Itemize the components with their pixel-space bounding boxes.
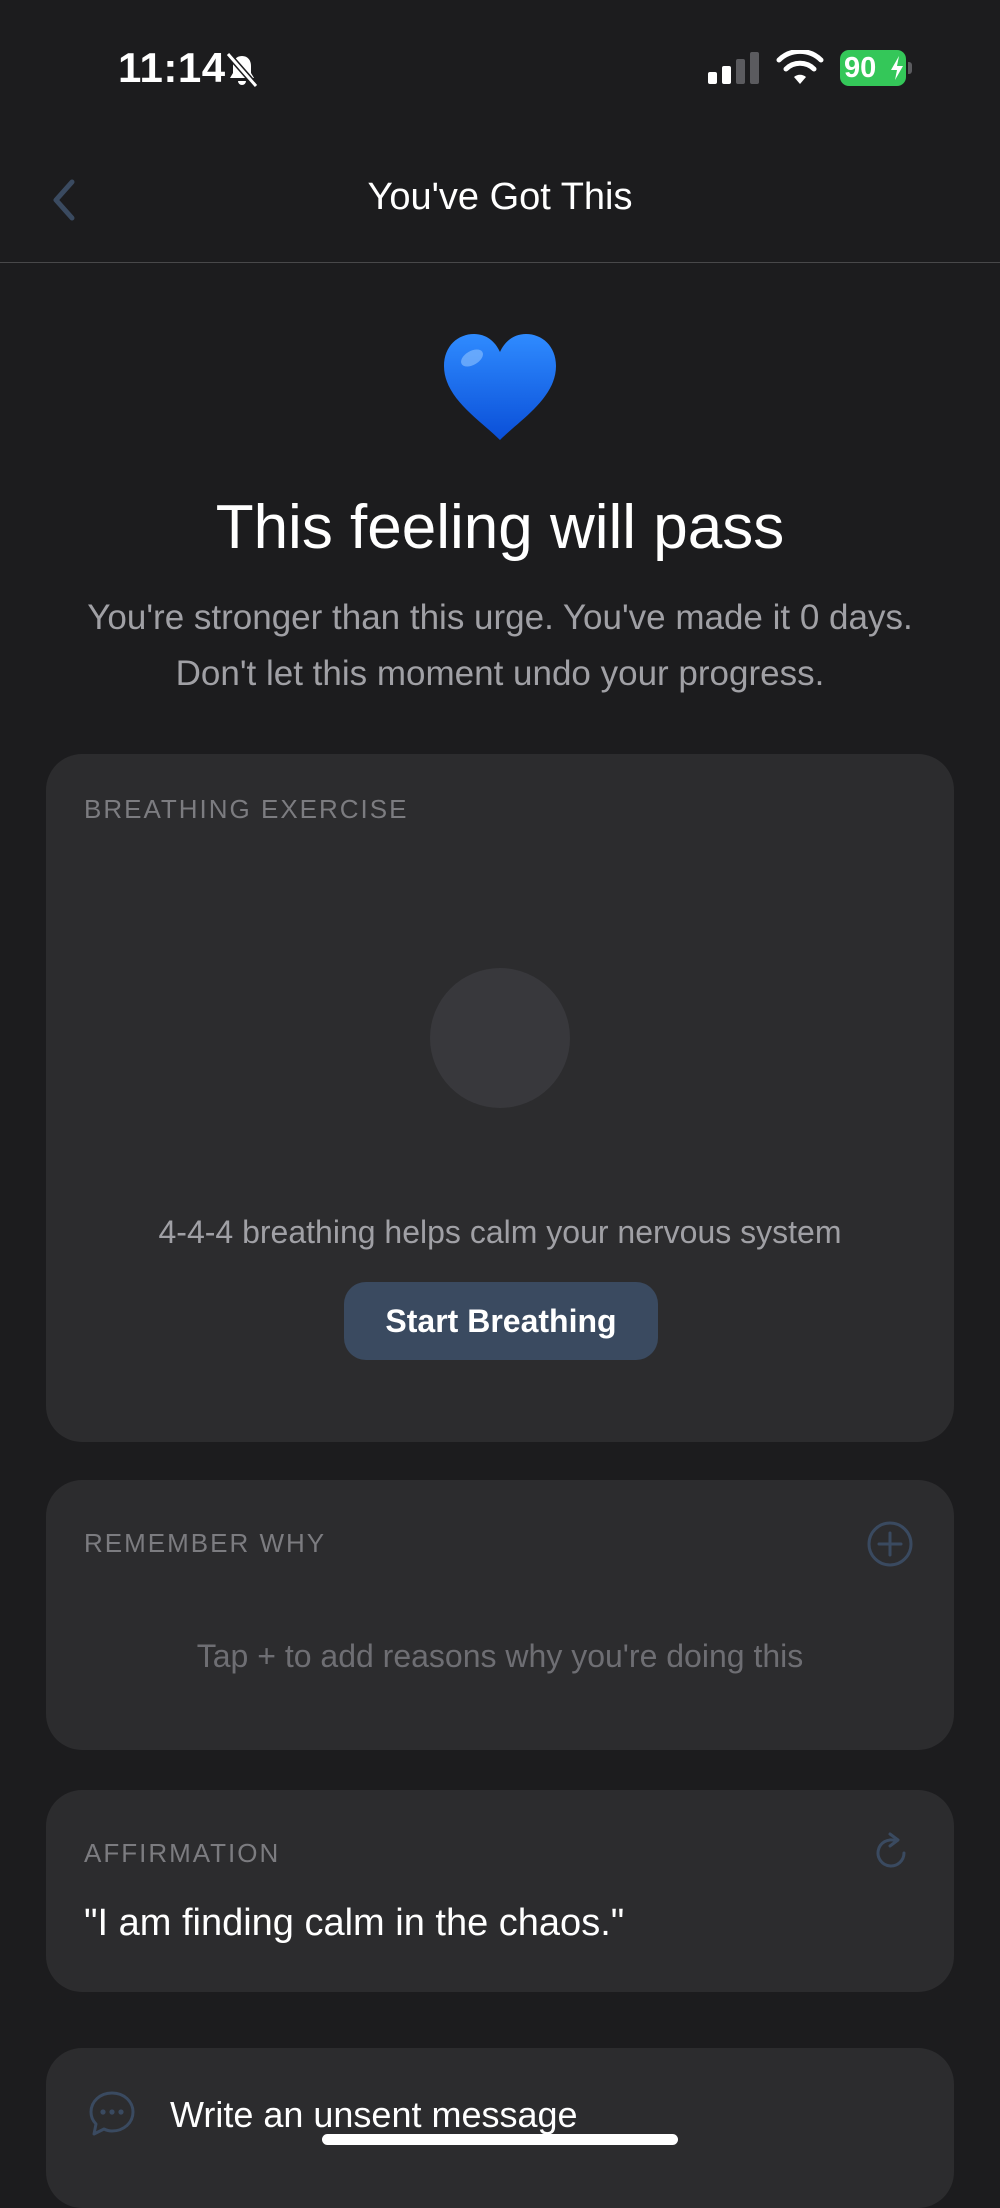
signal-icon bbox=[708, 52, 759, 84]
page-title: You've Got This bbox=[367, 176, 633, 218]
wifi-icon bbox=[776, 50, 824, 84]
breathing-description: 4-4-4 breathing helps calm your nervous … bbox=[158, 1214, 842, 1250]
breathing-circle bbox=[430, 968, 570, 1108]
affirmation-card: AFFIRMATION "I am finding calm in the ch… bbox=[46, 1790, 954, 1992]
remember-why-card: REMEMBER WHY Tap + to add reasons why yo… bbox=[46, 1480, 954, 1750]
refresh-icon[interactable] bbox=[868, 1830, 914, 1876]
breathing-exercise-card: BREATHING EXERCISE 4-4-4 breathing helps… bbox=[46, 754, 954, 1442]
start-breathing-button[interactable]: Start Breathing bbox=[344, 1282, 658, 1360]
remember-why-label: REMEMBER WHY bbox=[84, 1528, 327, 1558]
unsent-message-label: Write an unsent message bbox=[170, 2094, 578, 2135]
battery-level: 90 bbox=[844, 52, 877, 84]
unsent-message-card[interactable]: Write an unsent message bbox=[46, 2048, 954, 2208]
status-time: 11:14 bbox=[118, 44, 226, 91]
headline: This feeling will pass bbox=[215, 493, 785, 562]
home-indicator bbox=[322, 2134, 678, 2145]
breathing-label: BREATHING EXERCISE bbox=[84, 794, 409, 824]
encouragement-line-2: Don't let this moment undo your progress… bbox=[175, 654, 825, 693]
encouragement-line-1: You're stronger than this urge. You've m… bbox=[87, 598, 913, 637]
bell-slash-icon bbox=[225, 52, 259, 88]
encouragement-text: You're stronger than this urge. You've m… bbox=[30, 590, 970, 702]
affirmation-label: AFFIRMATION bbox=[84, 1838, 281, 1868]
blue-heart-icon bbox=[444, 334, 556, 440]
plus-circle-icon[interactable] bbox=[866, 1520, 914, 1568]
status-bar: 11:14 90 bbox=[0, 0, 1000, 130]
affirmation-text: "I am finding calm in the chaos." bbox=[84, 1902, 625, 1944]
chat-bubble-icon bbox=[89, 2091, 135, 2136]
remember-why-empty-text: Tap + to add reasons why you're doing th… bbox=[196, 1638, 804, 1674]
nav-bar: You've Got This bbox=[0, 130, 1000, 263]
battery-charging-icon: 90 bbox=[840, 50, 912, 86]
